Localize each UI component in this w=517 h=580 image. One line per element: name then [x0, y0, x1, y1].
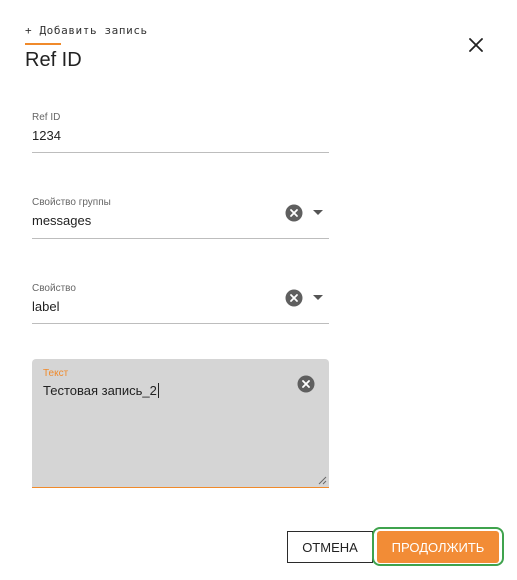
continue-button[interactable]: ПРОДОЛЖИТЬ [377, 531, 499, 563]
property-group-label: Свойство группы [32, 197, 111, 208]
ref-id-field[interactable]: Ref ID 1234 [32, 110, 329, 153]
breadcrumb[interactable]: + Добавить запись [25, 24, 148, 37]
chevron-down-icon[interactable] [312, 292, 324, 304]
text-value[interactable]: Тестовая запись_2 [43, 383, 159, 398]
text-cursor [157, 383, 159, 398]
clear-circle-icon[interactable] [285, 289, 303, 307]
clear-circle-icon[interactable] [297, 375, 315, 393]
property-label: Свойство [32, 283, 76, 294]
chevron-down-icon[interactable] [312, 207, 324, 219]
ref-id-label: Ref ID [32, 112, 61, 123]
text-label: Текст [43, 368, 69, 379]
resize-handle-icon[interactable] [317, 475, 327, 485]
ref-id-value[interactable]: 1234 [32, 128, 61, 143]
property-group-value[interactable]: messages [32, 213, 91, 228]
property-select[interactable]: Свойство label [32, 281, 329, 324]
close-button[interactable] [465, 34, 487, 56]
text-value-content: Тестовая запись_2 [43, 383, 157, 398]
text-textarea[interactable]: Текст Тестовая запись_2 [32, 359, 329, 488]
cancel-button[interactable]: ОТМЕНА [287, 531, 373, 563]
property-group-select[interactable]: Свойство группы messages [32, 195, 329, 239]
breadcrumb-underline [25, 43, 61, 45]
dialog-title: Ref ID [25, 49, 82, 71]
clear-circle-icon[interactable] [285, 204, 303, 222]
close-icon [469, 38, 483, 52]
property-value[interactable]: label [32, 299, 59, 314]
